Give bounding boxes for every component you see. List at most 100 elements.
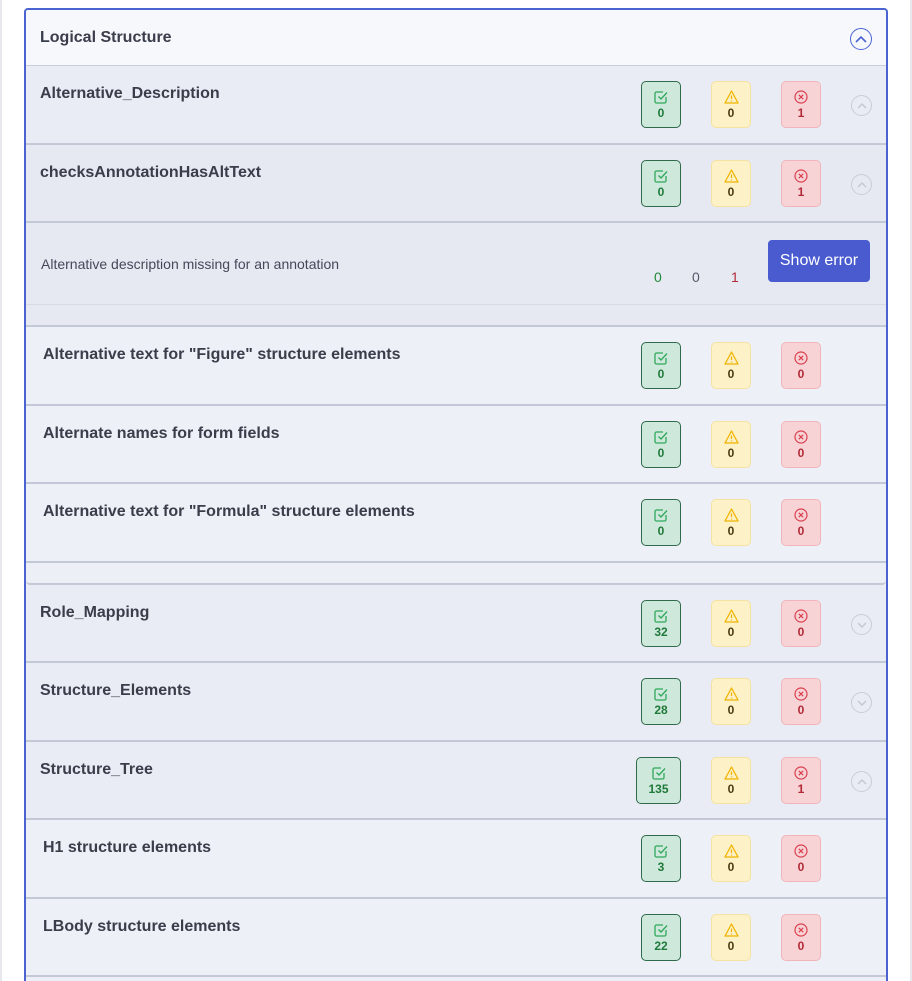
warning-triangle-icon [723, 765, 739, 780]
warnings-count: 0 [727, 184, 735, 199]
check-formula-alt-text[interactable]: Alternative text for "Formula" structure… [26, 484, 886, 563]
failed-badge: 0 [781, 499, 821, 546]
chevron-up-icon[interactable] [850, 28, 872, 50]
check-label: LBody structure elements [43, 918, 241, 935]
passed-badge: 32 [641, 600, 681, 647]
check-annotation-has-alt-text[interactable]: checksAnnotationHasAltText 0 0 1 [26, 145, 886, 223]
warning-triangle-icon [723, 168, 739, 183]
warnings-count: 0 [727, 624, 735, 639]
x-circle-icon [794, 765, 808, 780]
check-square-icon [654, 90, 668, 104]
x-circle-icon [794, 89, 808, 104]
passed-badge: 135 [636, 757, 681, 804]
warning-triangle-icon [723, 89, 739, 104]
check-square-icon [651, 766, 665, 780]
x-circle-icon [794, 686, 808, 701]
warning-triangle-icon [723, 608, 739, 623]
group-structure-elements[interactable]: Structure_Elements 28 0 0 [26, 663, 886, 742]
warnings-badge: 0 [711, 678, 751, 725]
check-detail: Alternative description missing for an a… [26, 223, 886, 327]
failed-badge: 1 [781, 160, 821, 207]
chevron-up-icon[interactable] [851, 95, 872, 116]
failed-count: 0 [797, 702, 805, 717]
passed-count: 28 [654, 702, 668, 717]
failed-badge: 0 [781, 421, 821, 468]
passed-count: 3 [657, 859, 665, 874]
warnings-badge: 0 [711, 81, 751, 128]
warnings-count: 0 [727, 523, 735, 538]
warnings-badge: 0 [711, 342, 751, 389]
error-message: Alternative description missing for an a… [41, 256, 340, 272]
failed-badge: 0 [781, 600, 821, 647]
check-figure-alt-text[interactable]: Alternative text for "Figure" structure … [26, 327, 886, 406]
detail-failed-count: 1 [731, 269, 739, 285]
failed-badge: 0 [781, 914, 821, 961]
check-form-field-names[interactable]: Alternate names for form fields 0 0 0 [26, 406, 886, 484]
check-label: H1 structure elements [43, 839, 212, 856]
passed-badge: 0 [641, 342, 681, 389]
chevron-down-icon[interactable] [851, 692, 872, 713]
passed-count: 0 [657, 184, 665, 199]
error-detail-row: Alternative description missing for an a… [26, 223, 886, 305]
warning-triangle-icon [723, 350, 739, 365]
group-alternative-description[interactable]: Alternative_Description 0 0 1 [26, 66, 886, 145]
failed-badge: 0 [781, 678, 821, 725]
passed-badge: 0 [641, 81, 681, 128]
warning-triangle-icon [723, 686, 739, 701]
passed-badge: 0 [641, 160, 681, 207]
group-structure-tree[interactable]: Structure_Tree 135 0 1 [26, 742, 886, 820]
failed-count: 0 [797, 523, 805, 538]
passed-count: 0 [657, 445, 665, 460]
x-circle-icon [794, 429, 808, 444]
check-lbody-structure-elements[interactable]: LBody structure elements 22 0 0 [26, 899, 886, 977]
passed-badge: 28 [641, 678, 681, 725]
panel-header[interactable]: Logical Structure [26, 10, 886, 66]
passed-badge: 22 [641, 914, 681, 961]
warnings-count: 0 [727, 859, 735, 874]
failed-count: 1 [797, 184, 805, 199]
warnings-badge: 0 [711, 421, 751, 468]
passed-badge: 3 [641, 835, 681, 882]
failed-count: 0 [797, 624, 805, 639]
failed-badge: 1 [781, 757, 821, 804]
warnings-count: 0 [727, 781, 735, 796]
passed-count: 0 [657, 105, 665, 120]
detail-passed-count: 0 [654, 269, 662, 285]
passed-count: 32 [654, 624, 668, 639]
x-circle-icon [794, 608, 808, 623]
check-square-icon [654, 687, 668, 701]
warning-triangle-icon [723, 922, 739, 937]
show-error-button[interactable]: Show error [768, 240, 870, 282]
check-square-icon [654, 508, 668, 522]
x-circle-icon [794, 843, 808, 858]
group-role-mapping[interactable]: Role_Mapping 32 0 0 [26, 585, 886, 663]
check-h1-structure-elements[interactable]: H1 structure elements 3 0 0 [26, 820, 886, 899]
failed-count: 1 [797, 781, 805, 796]
x-circle-icon [794, 350, 808, 365]
warnings-count: 0 [727, 702, 735, 717]
detail-warnings-count: 0 [692, 269, 700, 285]
group-label: Alternative_Description [40, 85, 220, 102]
check-square-icon [654, 430, 668, 444]
failed-count: 0 [797, 445, 805, 460]
check-square-icon [654, 169, 668, 183]
failed-count: 1 [797, 105, 805, 120]
logical-structure-panel: Logical Structure Alternative_Descriptio… [24, 8, 888, 981]
chevron-up-icon[interactable] [851, 174, 872, 195]
check-square-icon [654, 844, 668, 858]
warning-triangle-icon [723, 429, 739, 444]
x-circle-icon [794, 507, 808, 522]
failed-count: 0 [797, 366, 805, 381]
failed-badge: 1 [781, 81, 821, 128]
passed-count: 135 [648, 781, 669, 796]
passed-badge: 0 [641, 499, 681, 546]
passed-count: 0 [657, 523, 665, 538]
warnings-badge: 0 [711, 835, 751, 882]
failed-count: 0 [797, 938, 805, 953]
x-circle-icon [794, 168, 808, 183]
group-label: Role_Mapping [40, 604, 150, 621]
warnings-badge: 0 [711, 160, 751, 207]
chevron-up-icon[interactable] [851, 771, 872, 792]
chevron-down-icon[interactable] [851, 614, 872, 635]
failed-badge: 0 [781, 835, 821, 882]
